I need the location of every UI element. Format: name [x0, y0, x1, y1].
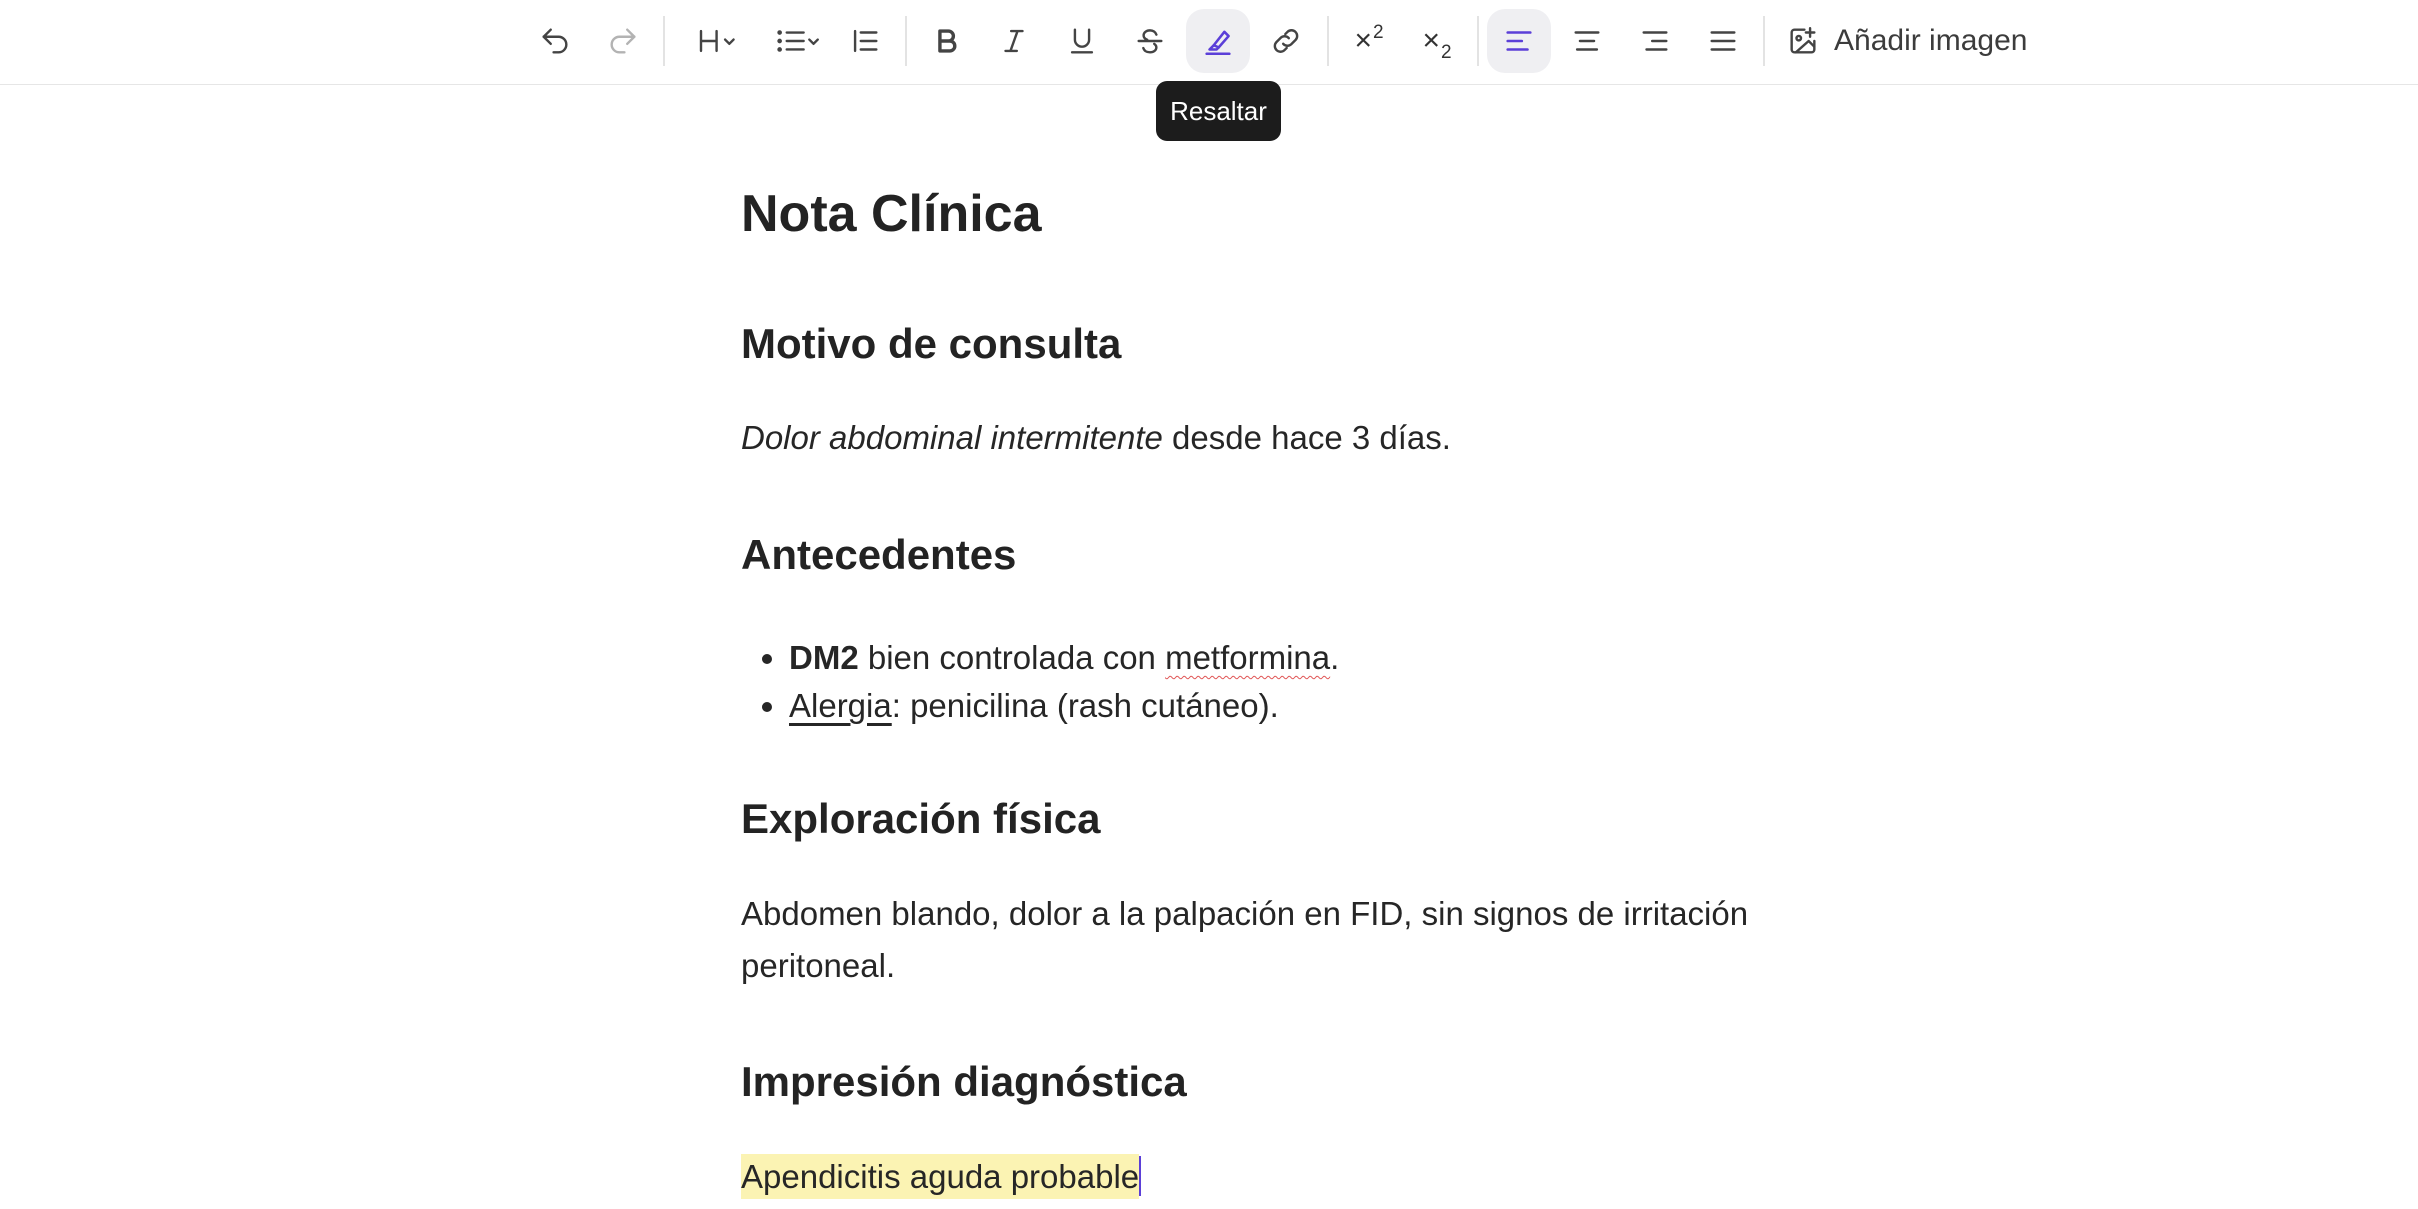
italic-icon [1004, 29, 1024, 53]
align-right-icon [1642, 31, 1668, 51]
exam-paragraph: Abdomen blando, dolor a la palpación en … [741, 895, 1749, 984]
strikethrough-button[interactable] [1118, 9, 1182, 73]
list-item-text: : penicilina (rash cutáneo). [891, 687, 1279, 724]
image-plus-icon [1790, 27, 1816, 54]
add-image-label: Añadir imagen [1834, 24, 2028, 57]
redo-button[interactable] [591, 9, 655, 73]
strikethrough-icon [1137, 29, 1163, 54]
list-item-text: . [1330, 639, 1340, 676]
toolbar-divider [1477, 16, 1479, 66]
reason-paragraph: Dolor abdominal intermitente desde hace … [741, 412, 1451, 464]
subscript-icon: ×2 [1422, 24, 1452, 63]
align-right-button[interactable] [1623, 9, 1687, 73]
align-justify-icon [1710, 31, 1736, 51]
section-heading-exam: Exploración física [741, 795, 1101, 842]
paragraph-text: desde hace 3 días. [1162, 419, 1451, 456]
align-center-icon [1574, 31, 1600, 51]
highlighter-icon [1205, 30, 1231, 56]
add-image-button[interactable]: Añadir imagen [1780, 9, 2046, 73]
highlight-button[interactable] [1186, 9, 1250, 73]
heading-icon [699, 29, 735, 53]
redo-icon [610, 28, 636, 54]
italic-text: Dolor abdominal intermitente [741, 419, 1163, 456]
list-item: Alergia: penicilina (rash cutáneo). [789, 682, 1339, 730]
underlined-text: Alergia [789, 687, 892, 724]
list-item: DM2 bien controlada con metformina. [789, 634, 1339, 682]
misspelled-word[interactable]: metformina [1165, 639, 1330, 676]
bold-text: DM2 [789, 639, 859, 676]
bold-button[interactable] [915, 9, 979, 73]
history-list: DM2 bien controlada con metformina. Aler… [741, 634, 1339, 730]
align-justify-button[interactable] [1691, 9, 1755, 73]
align-center-button[interactable] [1555, 9, 1619, 73]
section-heading-reason: Motivo de consulta [741, 320, 1122, 367]
underline-icon [1070, 28, 1094, 54]
document-title: Nota Clínica [741, 185, 1042, 243]
subscript-button[interactable]: ×2 [1405, 9, 1469, 73]
editor-toolbar: ×2 ×2 Añadir imagen [0, 0, 2418, 85]
list-item-text: bien controlada con [858, 639, 1166, 676]
undo-icon [542, 28, 568, 54]
italic-button[interactable] [982, 9, 1046, 73]
highlight-tooltip: Resaltar [1156, 81, 1281, 141]
blockquote-icon [853, 29, 878, 53]
link-icon [1273, 29, 1299, 53]
heading-dropdown[interactable] [684, 9, 752, 73]
superscript-button[interactable]: ×2 [1337, 9, 1401, 73]
undo-button[interactable] [523, 9, 587, 73]
toolbar-divider [905, 16, 907, 66]
highlighted-text: Apendicitis aguda probable [741, 1154, 1140, 1199]
superscript-icon: ×2 [1354, 22, 1384, 57]
text-caret [1139, 1156, 1142, 1196]
bold-icon [938, 29, 957, 53]
link-button[interactable] [1254, 9, 1318, 73]
toolbar-divider [1327, 16, 1329, 66]
align-left-icon [1506, 31, 1532, 51]
underline-button[interactable] [1050, 9, 1114, 73]
bulleted-list-icon [777, 30, 819, 52]
toolbar-divider [663, 16, 665, 66]
toolbar-divider [1763, 16, 1765, 66]
section-heading-impression: Impresión diagnóstica [741, 1058, 1187, 1105]
list-dropdown[interactable] [762, 9, 834, 73]
align-left-button[interactable] [1487, 9, 1551, 73]
impression-paragraph: Apendicitis aguda probable [741, 1151, 1142, 1203]
blockquote-button[interactable] [833, 9, 897, 73]
section-heading-history: Antecedentes [741, 531, 1017, 578]
